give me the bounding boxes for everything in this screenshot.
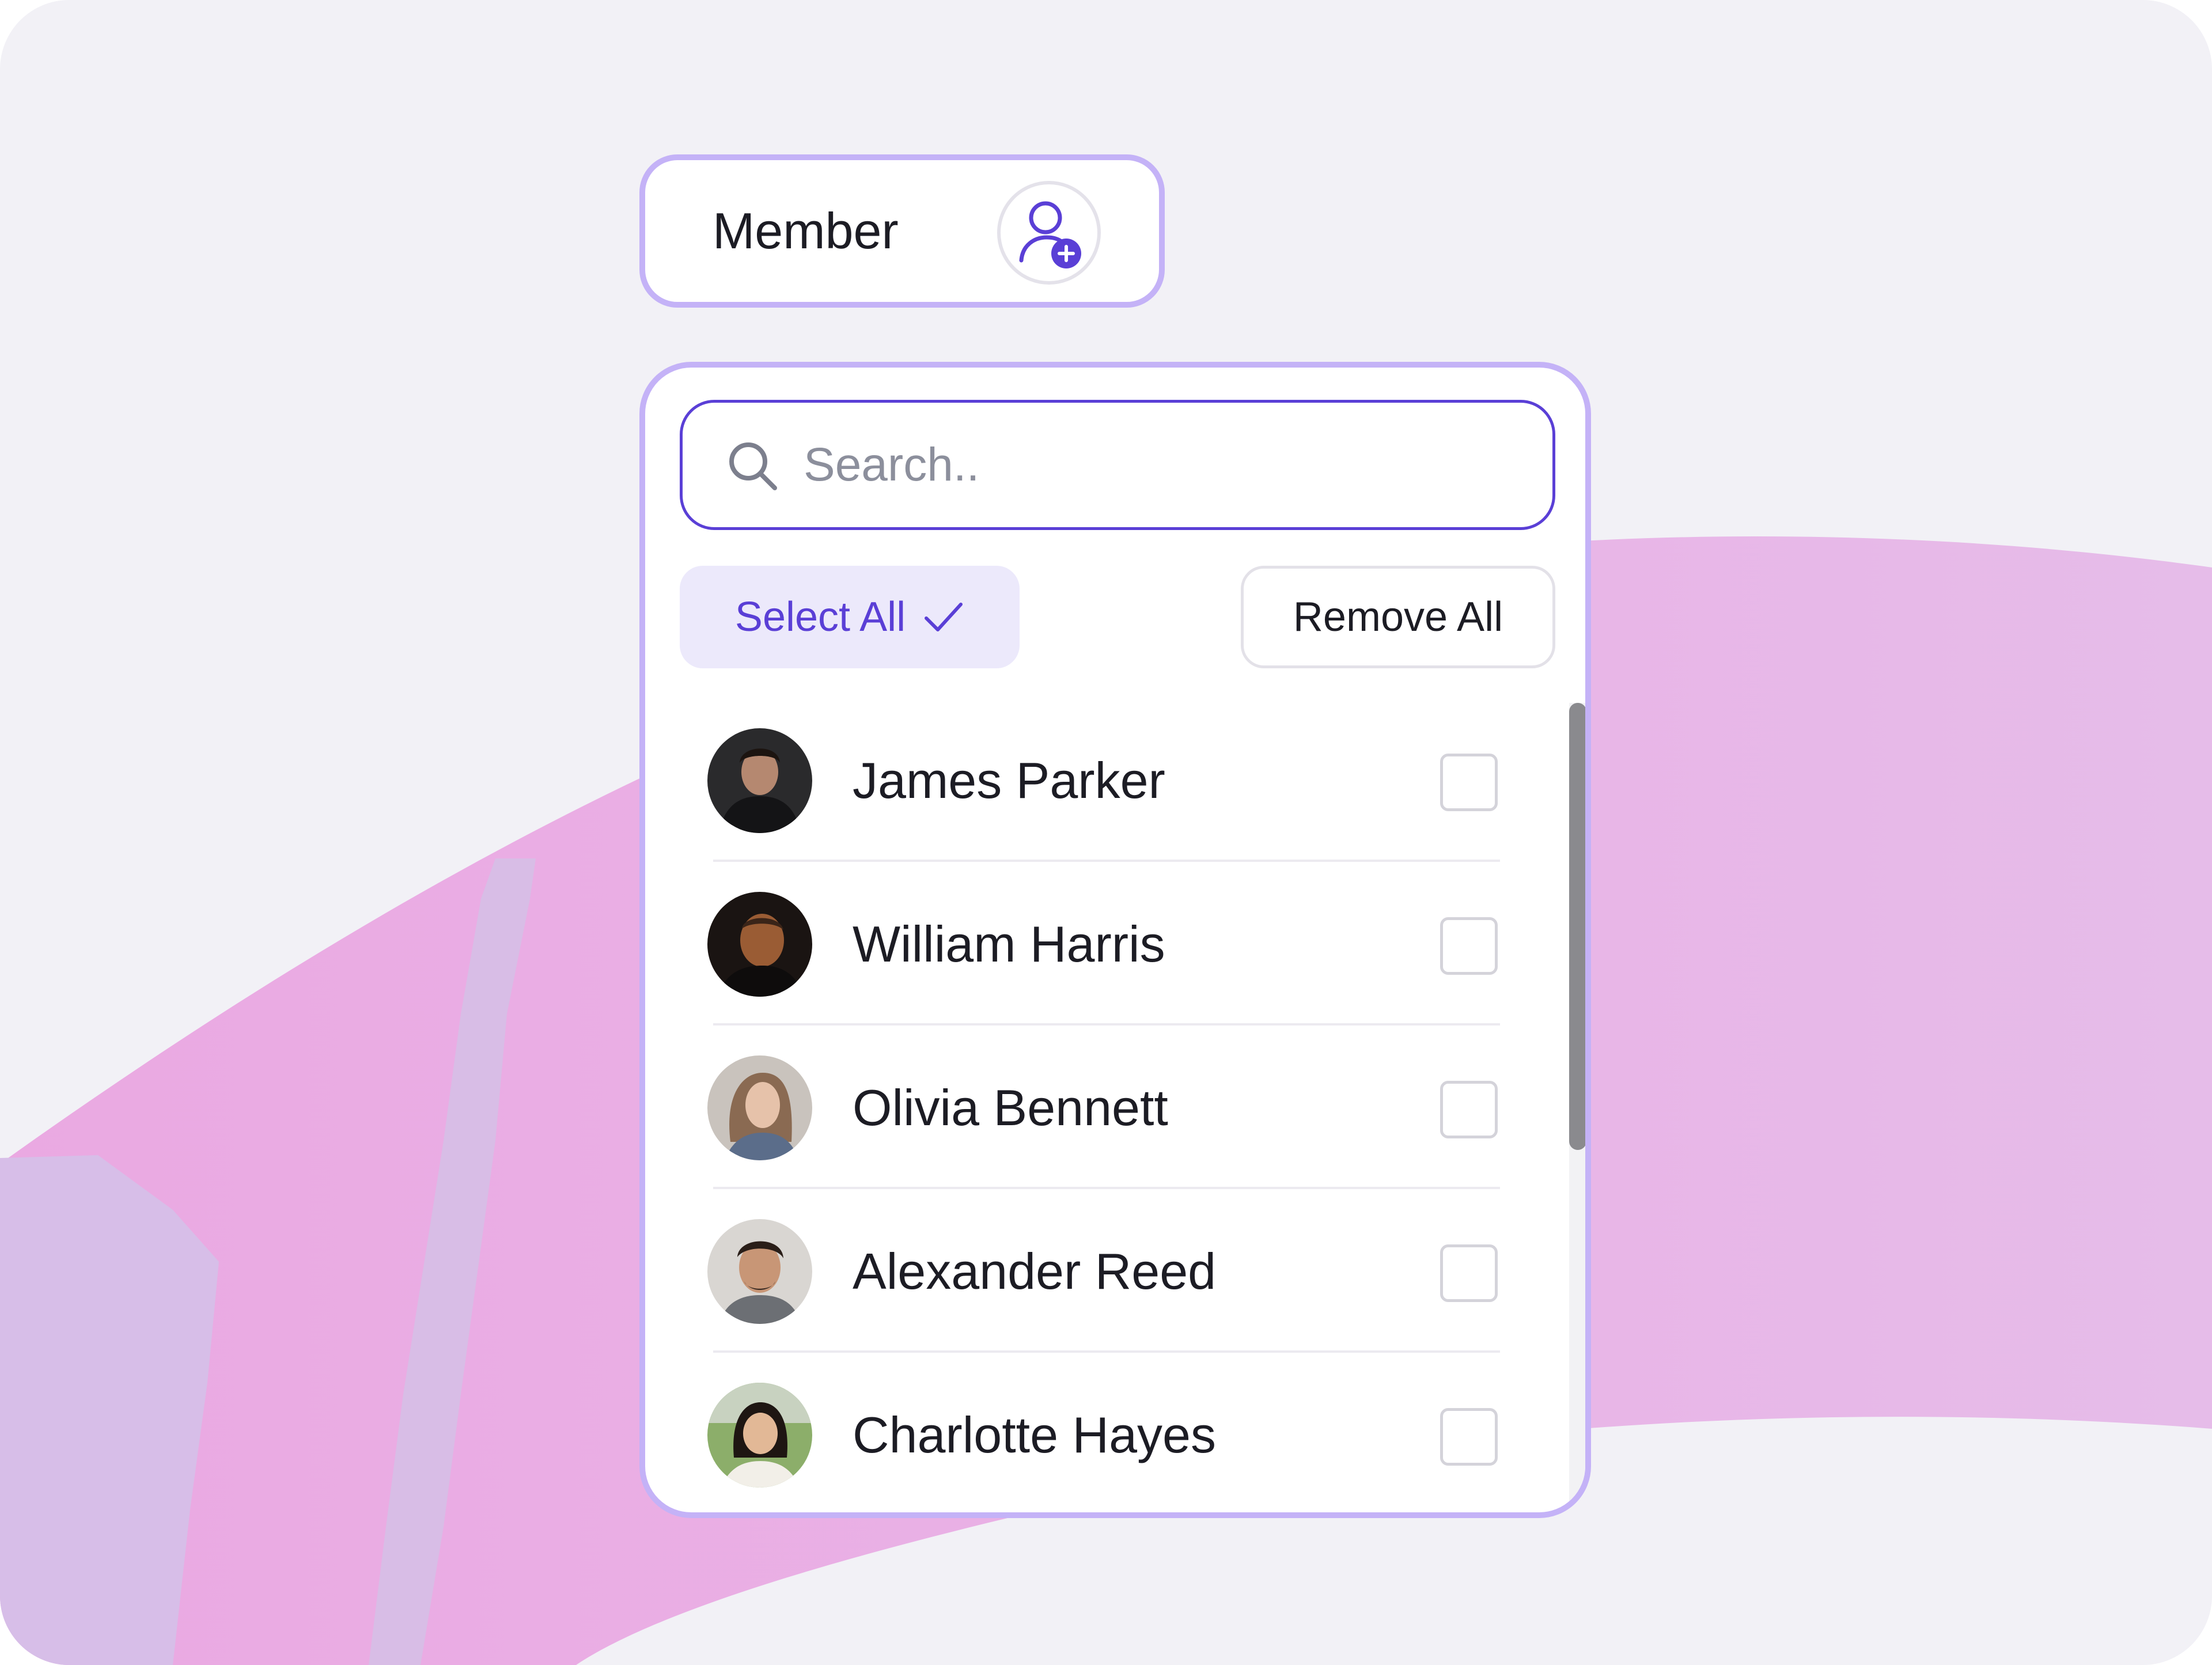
scrollbar[interactable] [1569, 703, 1585, 1512]
member-name: James Parker [853, 752, 1165, 809]
search-icon [729, 442, 777, 490]
select-all-label: Select All [734, 594, 906, 640]
canvas: Member Select All Remove All [0, 0, 2212, 1665]
member-checkbox[interactable] [1440, 1244, 1498, 1302]
member-checkbox[interactable] [1440, 754, 1498, 811]
member-field[interactable]: Member [639, 154, 1165, 308]
select-all-button[interactable]: Select All [680, 566, 1020, 668]
avatar [707, 1383, 812, 1488]
member-checkbox[interactable] [1440, 917, 1498, 975]
member-label: Member [713, 202, 899, 259]
remove-all-label: Remove All [1293, 594, 1503, 640]
member-row-olivia-bennett[interactable]: Olivia Bennett [645, 1023, 1567, 1189]
member-list: James Parker William Harris Olivia Benne… [645, 696, 1567, 1512]
member-row-alexander-reed[interactable]: Alexander Reed [645, 1187, 1567, 1353]
avatar [707, 892, 812, 997]
member-row-charlotte-hayes[interactable]: Charlotte Hayes [645, 1350, 1567, 1512]
add-member-button[interactable] [997, 181, 1101, 285]
member-name: Alexander Reed [853, 1243, 1217, 1300]
member-row-william-harris[interactable]: William Harris [645, 860, 1567, 1026]
member-name: Olivia Bennett [853, 1079, 1168, 1136]
search-box[interactable] [680, 400, 1555, 530]
user-plus-icon [1019, 201, 1081, 268]
member-row-james-parker[interactable]: James Parker [645, 696, 1567, 862]
search-input[interactable] [804, 420, 1524, 510]
avatar [707, 1055, 812, 1160]
avatar [707, 1219, 812, 1324]
check-icon [925, 603, 963, 631]
member-dropdown: Select All Remove All James Parker [639, 362, 1591, 1518]
scrollbar-thumb[interactable] [1569, 703, 1585, 1150]
member-checkbox[interactable] [1440, 1408, 1498, 1466]
remove-all-button[interactable]: Remove All [1241, 566, 1555, 668]
member-name: Charlotte Hayes [853, 1406, 1216, 1463]
member-checkbox[interactable] [1440, 1081, 1498, 1138]
avatar [707, 728, 812, 833]
member-name: William Harris [853, 915, 1165, 972]
